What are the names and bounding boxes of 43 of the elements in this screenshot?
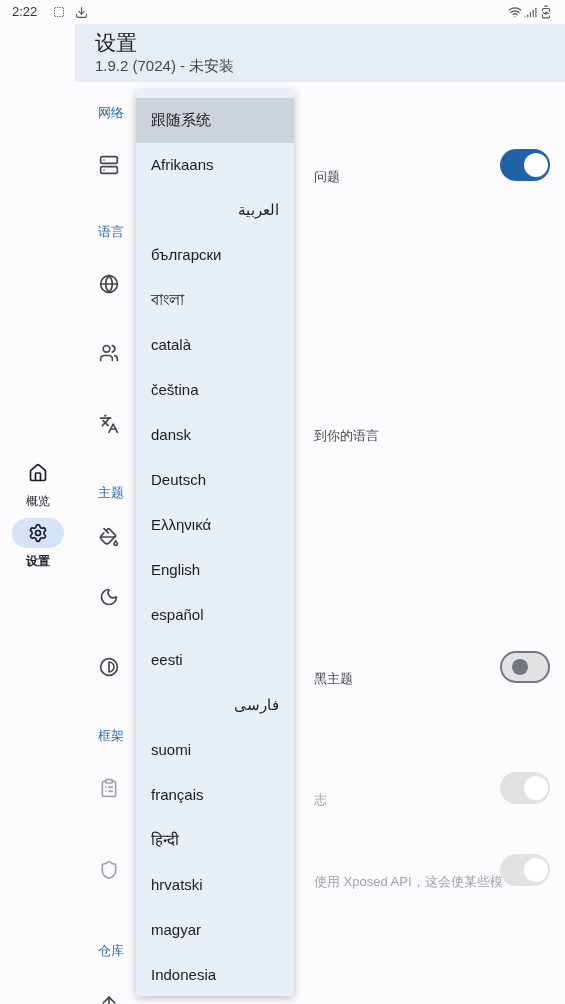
- menu-item[interactable]: hrvatski: [136, 863, 294, 908]
- menu-item[interactable]: eesti: [136, 638, 294, 683]
- home-icon: [27, 463, 48, 483]
- menu-item[interactable]: suomi: [136, 728, 294, 773]
- status-time: 2:22: [12, 3, 38, 22]
- menu-item[interactable]: فارسی: [136, 683, 294, 728]
- setting-description: 到你的语言: [314, 428, 379, 443]
- download-icon: [75, 5, 89, 19]
- menu-item[interactable]: 跟随系统: [136, 98, 294, 143]
- menu-item[interactable]: Indonesia: [136, 953, 294, 998]
- menu-item[interactable]: español: [136, 593, 294, 638]
- menu-item[interactable]: বাংলা: [136, 278, 294, 323]
- menu-item[interactable]: English: [136, 548, 294, 593]
- settings-icon: [27, 523, 48, 543]
- section-heading: 主题: [98, 484, 124, 503]
- setting-description: 问题: [314, 169, 340, 184]
- notification-icon: [53, 6, 66, 18]
- menu-item[interactable]: magyar: [136, 908, 294, 953]
- menu-item[interactable]: हिन्दी: [136, 818, 294, 863]
- page-subtitle: 1.9.2 (7024) - 未安装: [95, 56, 236, 76]
- setting-description: 志: [314, 792, 327, 807]
- signal-icon: [524, 5, 537, 19]
- page-title: 设置: [95, 30, 138, 56]
- menu-item[interactable]: العربية: [136, 188, 294, 233]
- toggle-switch[interactable]: [500, 651, 550, 683]
- menu-item[interactable]: Deutsch: [136, 458, 294, 503]
- nav-item[interactable]: 概览: [11, 458, 64, 510]
- setting-description: 黑主题: [314, 671, 353, 686]
- menu-item[interactable]: Afrikaans: [136, 143, 294, 188]
- menu-item[interactable]: Ελληνικά: [136, 503, 294, 548]
- menu-item[interactable]: dansk: [136, 413, 294, 458]
- battery-icon: [539, 5, 553, 19]
- menu-item[interactable]: български: [136, 233, 294, 278]
- section-heading: 框架: [98, 727, 124, 746]
- wifi-icon: [508, 5, 522, 19]
- menu-item[interactable]: català: [136, 323, 294, 368]
- section-heading: 仓库: [98, 942, 124, 961]
- menu-item[interactable]: français: [136, 773, 294, 818]
- section-heading: 网络: [98, 104, 124, 123]
- menu-item[interactable]: čeština: [136, 368, 294, 413]
- setting-description: 使用 Xposed API，这会使某些模: [314, 874, 503, 889]
- toggle-switch[interactable]: [500, 149, 550, 181]
- section-heading: 语言: [98, 223, 124, 242]
